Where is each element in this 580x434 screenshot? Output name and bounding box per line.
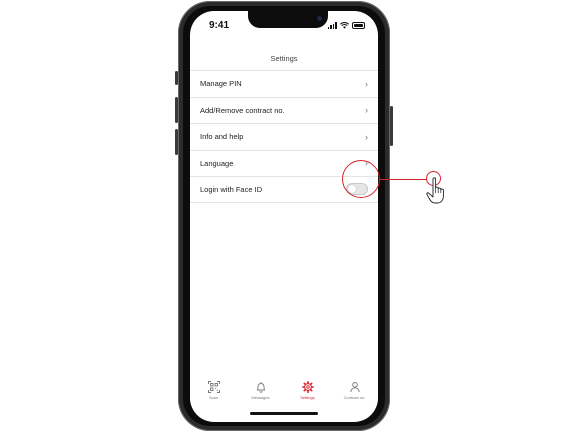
settings-item-contract-no[interactable]: Add/Remove contract no. ›	[190, 96, 378, 124]
tab-label: Contract no.	[343, 395, 366, 400]
tab-label: Scan	[208, 395, 219, 400]
volume-up-button	[175, 97, 178, 123]
qr-scan-icon	[207, 381, 220, 393]
bell-icon	[256, 382, 265, 393]
wifi-icon	[340, 21, 349, 29]
home-indicator	[250, 412, 318, 415]
toggle-highlight-circle	[342, 160, 380, 198]
settings-item-label: Login with Face ID	[200, 184, 263, 194]
settings-item-label: Add/Remove contract no.	[200, 105, 285, 115]
page-title: Settings	[270, 54, 298, 63]
tab-label: Messages	[251, 395, 270, 400]
settings-item-label: Language	[200, 158, 234, 168]
settings-item-manage-pin[interactable]: Manage PIN ›	[190, 70, 378, 97]
settings-item-info-help[interactable]: Info and help ›	[190, 123, 378, 150]
phone-frame: 9:41 Settings Manage PIN › Add/Remove co…	[175, 1, 393, 431]
chevron-right-icon: ›	[365, 105, 368, 116]
settings-item-label: Manage PIN	[200, 79, 242, 89]
battery-icon	[352, 21, 365, 29]
tab-scan[interactable]: Scan	[194, 381, 234, 400]
volume-down-button	[175, 129, 178, 155]
notch	[248, 11, 328, 28]
mute-switch	[175, 71, 178, 85]
hand-pointer-icon	[426, 177, 444, 204]
app-screen: 9:41 Settings Manage PIN › Add/Remove co…	[190, 11, 378, 422]
annotation-connector-line	[380, 178, 427, 180]
settings-item-label: Info and help	[200, 132, 244, 142]
tab-messages[interactable]: Messages	[241, 381, 281, 400]
chevron-right-icon: ›	[365, 78, 368, 89]
tab-settings[interactable]: Settings	[288, 381, 328, 400]
front-camera	[317, 16, 322, 21]
tab-bar: Scan Messages Settings Contract no.	[190, 381, 378, 409]
gear-icon	[301, 381, 314, 393]
tab-label: Settings	[300, 395, 315, 400]
status-icons	[327, 21, 365, 29]
power-button	[390, 106, 393, 146]
person-icon	[349, 382, 360, 393]
chevron-right-icon: ›	[365, 131, 368, 142]
tab-contract-no[interactable]: Contract no.	[335, 381, 375, 400]
status-time: 9:41	[209, 20, 230, 31]
signal-icon	[327, 22, 337, 29]
